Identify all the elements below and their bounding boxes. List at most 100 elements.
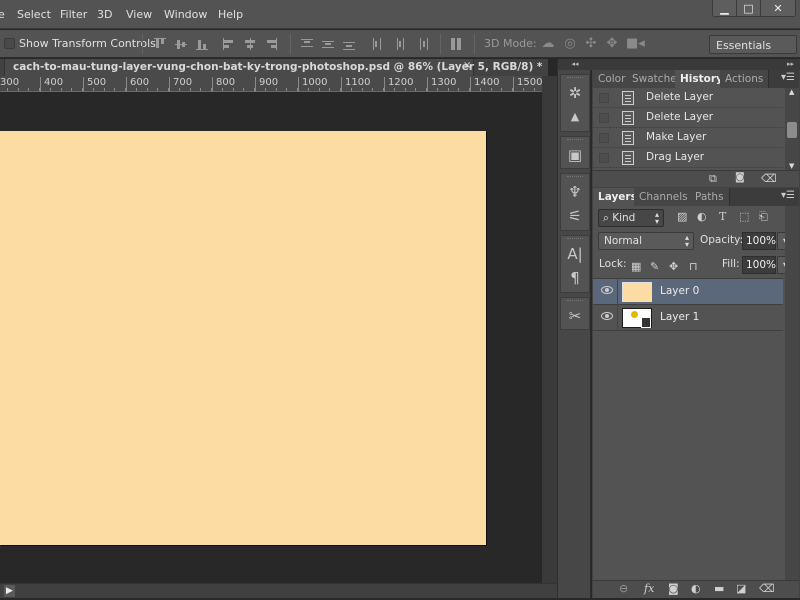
vertical-scrollbar[interactable] — [542, 76, 557, 583]
tab-actions[interactable]: Actions — [720, 70, 770, 88]
visibility-eye-icon[interactable] — [601, 312, 613, 320]
layer-name[interactable]: Layer 1 — [660, 311, 699, 323]
ruler-label: 1000 — [298, 77, 327, 92]
opacity-label: Opacity: — [700, 234, 744, 246]
scroll-up-icon[interactable]: ▲ — [789, 88, 794, 96]
distribute-bottom-edges-icon[interactable] — [343, 38, 355, 50]
shape-filter-icon[interactable]: ⬚ — [739, 210, 749, 223]
paragraph-icon[interactable]: ¶ — [561, 266, 589, 290]
lock-all-icon[interactable]: ⊓ — [689, 260, 698, 273]
history-scrollbar[interactable]: ▲ ▼ — [785, 88, 799, 170]
brushes-icon[interactable]: ♆ — [561, 180, 589, 204]
3d-roll-icon[interactable]: ◎ — [562, 36, 578, 52]
trash-icon[interactable]: ⌫ — [761, 172, 777, 185]
ruler-tick — [319, 88, 320, 91]
menu-help[interactable]: Help — [218, 8, 243, 21]
align-top-edges-icon[interactable] — [154, 38, 166, 50]
align-horizontal-centers-icon[interactable] — [244, 38, 256, 50]
tab-color[interactable]: Color — [593, 70, 632, 88]
distribute-horizontal-centers-icon[interactable] — [394, 38, 406, 50]
layers-scrollbar[interactable] — [785, 206, 799, 580]
maximize-button[interactable]: □ — [737, 0, 761, 16]
distribute-top-edges-icon[interactable] — [301, 38, 313, 50]
history-item[interactable]: Delete Layer — [593, 108, 783, 128]
tool-presets-icon[interactable]: ✂ — [561, 304, 589, 328]
properties-icon[interactable]: ▣ — [561, 143, 589, 167]
new-layer-icon[interactable]: ◪ — [736, 582, 746, 595]
navigator-icon[interactable]: ✲ — [561, 81, 589, 105]
history-source-checkbox[interactable] — [599, 153, 609, 163]
ruler-tick — [222, 88, 223, 91]
lock-pixels-icon[interactable]: ✎ — [650, 260, 659, 273]
adjustment-filter-icon[interactable]: ◐ — [697, 210, 707, 223]
history-source-checkbox[interactable] — [599, 133, 609, 143]
histogram-icon[interactable]: ▲ — [561, 105, 589, 129]
history-item[interactable]: Drag Layer — [593, 148, 783, 168]
ruler-tick — [71, 88, 72, 91]
menu-filter[interactable]: Filter — [60, 8, 87, 21]
history-item[interactable]: Delete Layer — [593, 88, 783, 108]
layer-row[interactable]: Layer 1 — [593, 305, 783, 331]
visibility-eye-icon[interactable] — [601, 286, 613, 294]
history-source-checkbox[interactable] — [599, 93, 609, 103]
layer-row[interactable]: Layer 0 — [593, 279, 783, 305]
scroll-down-icon[interactable]: ▼ — [789, 162, 794, 170]
panel-menu-icon[interactable]: ▾☰ — [781, 72, 795, 83]
show-transform-controls-checkbox[interactable] — [4, 38, 15, 49]
auto-align-layers-icon[interactable] — [451, 38, 463, 50]
document-canvas[interactable] — [0, 131, 486, 545]
history-source-checkbox[interactable] — [599, 113, 609, 123]
blend-mode-select[interactable]: Normal ▴ ▾ — [598, 232, 694, 250]
3d-pan-icon[interactable]: ✣ — [583, 36, 599, 52]
smart-object-filter-icon[interactable]: ⎗ — [759, 210, 768, 224]
3d-slide-icon[interactable]: ✥ — [604, 36, 620, 52]
document-tab[interactable]: cach-to-mau-tung-layer-vung-chon-bat-ky-… — [4, 59, 542, 76]
link-layers-icon[interactable]: ⊖ — [619, 582, 628, 595]
close-button[interactable]: ✕ — [761, 0, 795, 16]
snapshot-icon[interactable]: ◙ — [735, 172, 745, 183]
lock-transparent-icon[interactable]: ▦ — [631, 260, 641, 273]
adjustment-layer-icon[interactable]: ◐ — [691, 582, 701, 595]
canvas-area[interactable] — [0, 93, 542, 583]
menu-view[interactable]: View — [126, 8, 152, 21]
close-tab-icon[interactable]: × — [463, 60, 471, 71]
brush-presets-icon[interactable]: ⚟ — [561, 204, 589, 228]
minimize-button[interactable]: ▁ — [713, 0, 737, 16]
align-vertical-centers-icon[interactable] — [175, 38, 187, 50]
fx-icon[interactable]: fx — [644, 582, 654, 595]
layer-name[interactable]: Layer 0 — [660, 285, 699, 297]
align-bottom-edges-icon[interactable] — [196, 38, 208, 50]
delete-layer-icon[interactable]: ⌫ — [759, 582, 775, 595]
history-scroll-thumb[interactable] — [787, 122, 797, 138]
history-item[interactable]: Make Layer — [593, 128, 783, 148]
tab-paths[interactable]: Paths — [690, 188, 730, 206]
menu-item-edge[interactable]: e — [0, 8, 5, 21]
tab-channels[interactable]: Channels — [634, 188, 694, 206]
character-icon[interactable]: A| — [561, 242, 589, 266]
3d-orbit-icon[interactable]: ☁ — [540, 36, 556, 52]
workspace-switcher[interactable]: Essentials — [709, 35, 797, 54]
horizontal-scrollbar[interactable]: ▶ — [0, 583, 557, 598]
fill-input[interactable]: 100% — [742, 256, 776, 274]
collapse-strip-icon[interactable]: ◂◂ — [558, 59, 592, 70]
align-left-edges-icon[interactable] — [223, 38, 235, 50]
pixel-filter-icon[interactable]: ▨ — [677, 210, 687, 223]
lock-position-icon[interactable]: ✥ — [669, 260, 678, 273]
scroll-right-arrow-icon[interactable]: ▶ — [4, 585, 15, 597]
menu-3d[interactable]: 3D — [97, 8, 112, 21]
distribute-right-edges-icon[interactable] — [416, 38, 428, 50]
new-group-icon[interactable]: ▬ — [714, 582, 724, 595]
menu-window[interactable]: Window — [164, 8, 207, 21]
distribute-vertical-centers-icon[interactable] — [322, 38, 334, 50]
menu-select[interactable]: Select — [17, 8, 51, 21]
expand-panels-icon[interactable]: ▸▸ — [592, 59, 800, 70]
new-document-from-state-icon[interactable]: ⧉ — [709, 172, 717, 186]
distribute-left-edges-icon[interactable] — [372, 38, 384, 50]
add-mask-icon[interactable]: ◙ — [668, 582, 679, 595]
panel-menu-icon[interactable]: ▾☰ — [781, 190, 795, 201]
align-right-edges-icon[interactable] — [265, 38, 277, 50]
opacity-input[interactable]: 100% — [742, 232, 776, 250]
type-filter-icon[interactable]: T — [719, 210, 726, 223]
3d-scale-icon[interactable]: ■◂ — [626, 36, 645, 52]
filter-kind-select[interactable]: ⌕ Kind ▴ ▾ — [598, 209, 664, 227]
